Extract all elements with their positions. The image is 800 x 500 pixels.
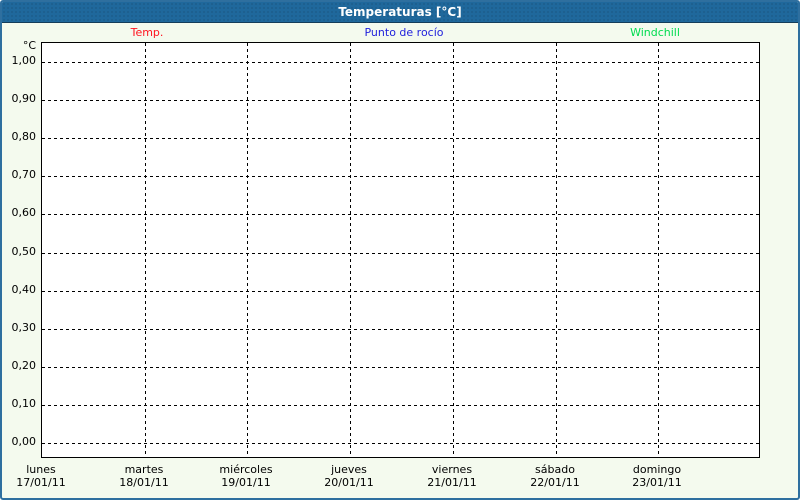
chart-title: Temperaturas [°C]	[338, 5, 462, 19]
y-grid-line	[42, 443, 759, 444]
x-day-label: jueves	[331, 463, 367, 476]
y-grid-line	[42, 176, 759, 177]
y-tick-label: 0,10	[11, 397, 37, 410]
y-grid-line	[42, 329, 759, 330]
y-tick-label: 1,00	[11, 54, 37, 67]
y-tick-label: 0,80	[11, 130, 37, 143]
x-date-label: 17/01/11	[16, 476, 66, 489]
x-grid-line	[556, 43, 557, 457]
y-tick-label: 0,50	[11, 245, 37, 258]
x-tick-label: sábado 22/01/11	[503, 463, 607, 489]
y-grid-line	[42, 405, 759, 406]
y-tick-label: 0,90	[11, 92, 37, 105]
chart-window: Temperaturas [°C] Temp. Punto de rocío Win…	[0, 0, 800, 500]
x-date-label: 22/01/11	[530, 476, 580, 489]
x-grid-line	[658, 43, 659, 457]
y-grid-line	[42, 291, 759, 292]
y-grid-line	[42, 214, 759, 215]
x-grid-line	[350, 43, 351, 457]
x-day-label: lunes	[26, 463, 56, 476]
title-bar: Temperaturas [°C]	[2, 2, 798, 23]
x-grid-line	[247, 43, 248, 457]
x-tick-label: viernes 21/01/11	[400, 463, 504, 489]
x-day-label: domingo	[632, 463, 682, 476]
x-tick-label: jueves 20/01/11	[297, 463, 401, 489]
y-tick-label: 0,60	[11, 206, 37, 219]
y-grid-line	[42, 100, 759, 101]
x-tick-label: domingo 23/01/11	[605, 463, 709, 489]
x-day-label: martes	[124, 463, 164, 476]
y-tick-label: 0,70	[11, 168, 37, 181]
x-date-label: 18/01/11	[119, 476, 169, 489]
y-tick-label: 0,00	[11, 435, 37, 448]
x-date-label: 23/01/11	[632, 476, 682, 489]
y-grid-line	[42, 62, 759, 63]
y-grid-line	[42, 367, 759, 368]
x-day-label: miércoles	[219, 463, 273, 476]
legend-item: Punto de rocío	[364, 26, 444, 39]
plot-area	[41, 42, 760, 458]
x-tick-label: lunes 17/01/11	[2, 463, 93, 489]
x-date-label: 21/01/11	[427, 476, 477, 489]
y-tick-label: 0,20	[11, 359, 37, 372]
y-grid-line	[42, 138, 759, 139]
x-grid-line	[145, 43, 146, 457]
y-tick-label: 0,30	[11, 321, 37, 334]
y-axis-unit-label: °C	[22, 39, 36, 52]
x-tick-label: miércoles 19/01/11	[194, 463, 298, 489]
x-day-label: viernes	[431, 463, 473, 476]
legend-item: Windchill	[630, 26, 680, 39]
x-day-label: sábado	[535, 463, 575, 476]
x-grid-line	[453, 43, 454, 457]
x-tick-label: martes 18/01/11	[92, 463, 196, 489]
y-tick-label: 0,40	[11, 283, 37, 296]
x-date-label: 20/01/11	[324, 476, 374, 489]
x-date-label: 19/01/11	[221, 476, 271, 489]
legend: Temp. Punto de rocío Windchill	[2, 23, 798, 42]
legend-item: Temp.	[130, 26, 164, 39]
y-grid-line	[42, 253, 759, 254]
